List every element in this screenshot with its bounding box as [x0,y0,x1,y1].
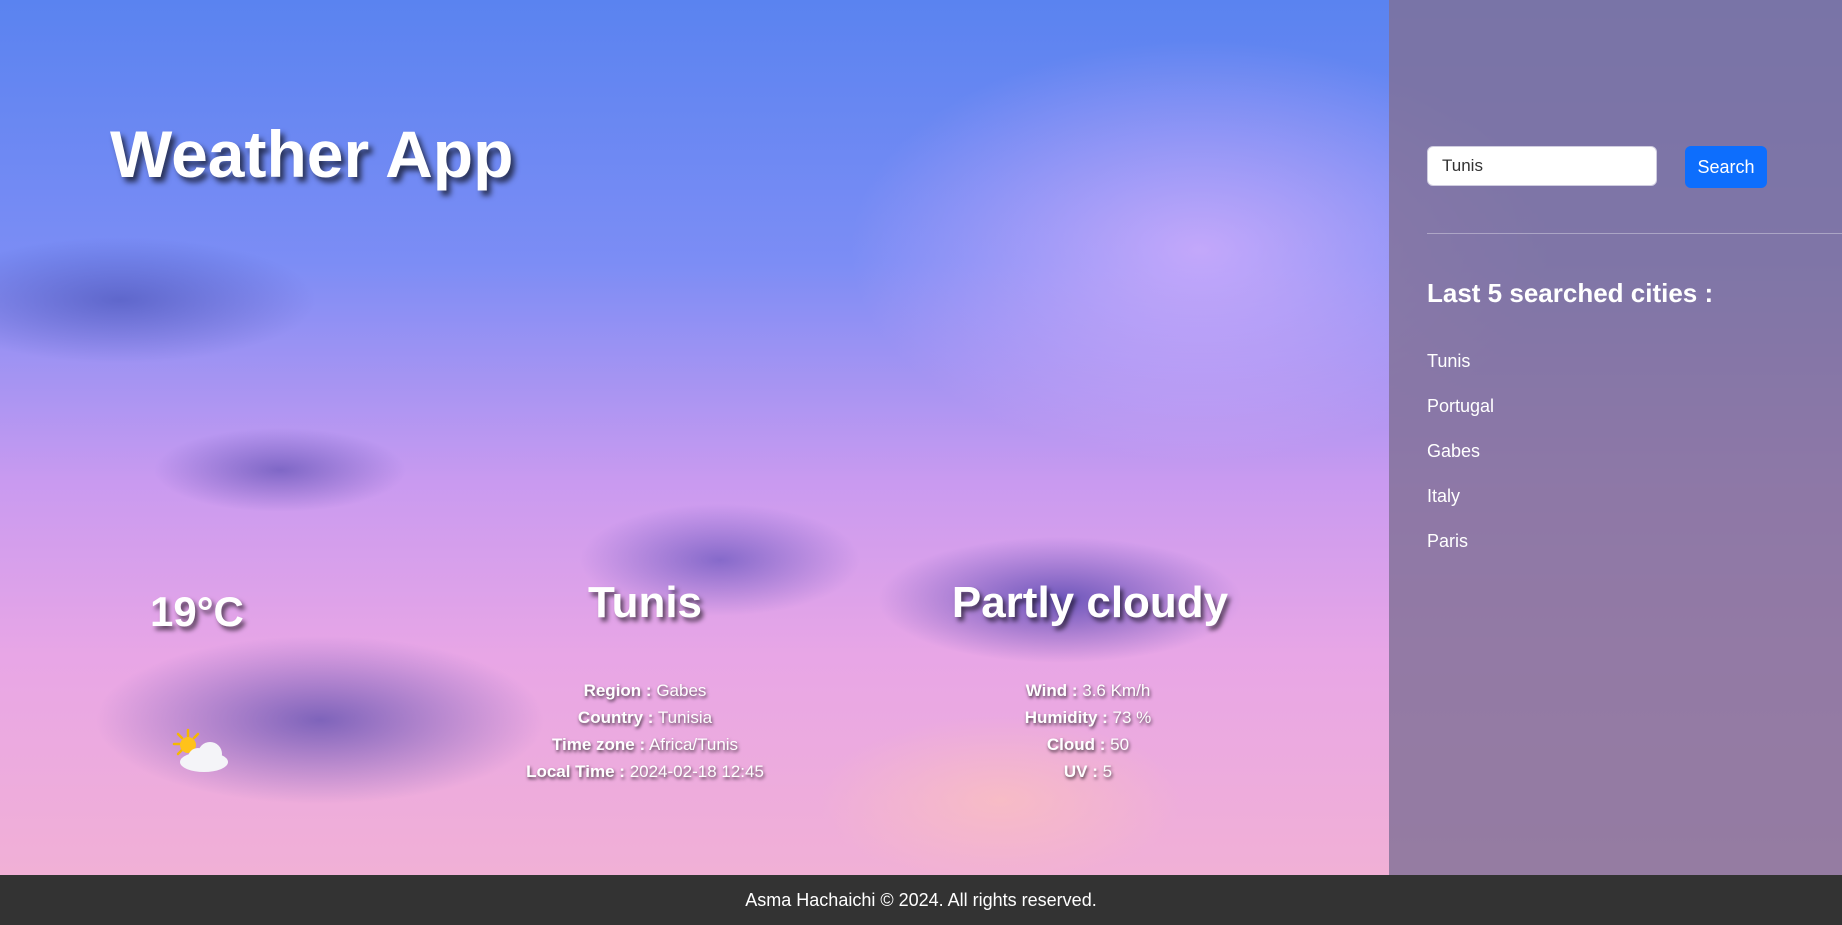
footer-text: Asma Hachaichi © 2024. All rights reserv… [745,890,1097,910]
timezone-row: Time zone : Africa/Tunis [551,735,739,754]
cloud-row: Cloud : 50 [1046,735,1130,754]
search-input[interactable] [1427,146,1657,186]
footer: Asma Hachaichi © 2024. All rights reserv… [0,875,1842,925]
recent-city-item[interactable]: Tunis [1427,346,1494,391]
local-time-row: Local Time : 2024-02-18 12:45 [526,762,764,781]
partly-cloudy-icon [172,728,228,772]
recent-cities-list: Tunis Portugal Gabes Italy Paris [1427,346,1494,571]
uv-row: UV : 5 [1063,762,1113,781]
region-row: Region : Gabes [583,681,707,700]
recent-city-item[interactable]: Italy [1427,481,1494,526]
app-title: Weather App [110,117,514,191]
country-row: Country : Tunisia [577,708,713,727]
weather-condition: Partly cloudy [951,578,1229,627]
city-name: Tunis [587,578,703,627]
recent-city-item[interactable]: Paris [1427,526,1494,571]
recent-cities-title: Last 5 searched cities : [1427,278,1714,308]
temperature: 19°C [150,588,244,635]
humidity-row: Humidity : 73 % [1024,708,1152,727]
location-details: Region : Gabes Country : Tunisia Time zo… [475,677,815,785]
recent-city-item[interactable]: Gabes [1427,436,1494,481]
recent-city-item[interactable]: Portugal [1427,391,1494,436]
wind-row: Wind : 3.6 Km/h [1025,681,1151,700]
weather-metrics: Wind : 3.6 Km/h Humidity : 73 % Cloud : … [918,677,1258,785]
divider [1427,233,1842,234]
search-button[interactable]: Search [1685,146,1767,188]
